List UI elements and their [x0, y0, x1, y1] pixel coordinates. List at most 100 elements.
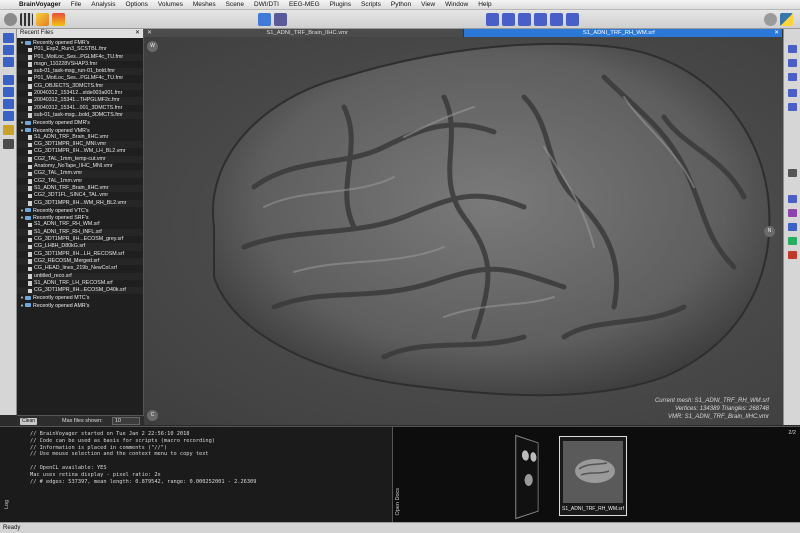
log-panel-label[interactable]: Log: [4, 494, 12, 514]
settings-icon[interactable]: [764, 13, 777, 26]
orientation-center-icon[interactable]: C: [147, 410, 158, 421]
recent-file-item[interactable]: CG_3DT1MPR_IIH...LH_RECOSM.srf: [17, 251, 143, 258]
menu-python[interactable]: Python: [386, 0, 416, 10]
close-icon[interactable]: ✕: [144, 29, 152, 37]
pen-icon[interactable]: [36, 13, 49, 26]
menu-help[interactable]: Help: [473, 0, 496, 10]
recent-group[interactable]: ▼ Recently opened SRF's: [17, 214, 143, 221]
save-icon[interactable]: [274, 13, 287, 26]
recent-group[interactable]: ▼ Recently opened VTC's: [17, 207, 143, 214]
open-folder-icon[interactable]: [258, 13, 271, 26]
recent-file-item[interactable]: CG_3DT1MPR_IIH...WM_LH_BL2.vmr: [17, 148, 143, 155]
menu-app[interactable]: BrainVoyager: [14, 0, 66, 10]
view-icon-7[interactable]: [788, 195, 797, 203]
recent-file-item[interactable]: 20040312_153412...stde003a001.fmr: [17, 90, 143, 97]
recent-file-item[interactable]: sub-01_task-msg_run-01_bold.fmr: [17, 68, 143, 76]
tool-icon-4[interactable]: [3, 75, 14, 85]
recent-file-item[interactable]: CG_3DT1MPR_IIH...ECOSM_grey.srf: [17, 236, 143, 243]
brain-mesh-render[interactable]: [144, 37, 783, 425]
recent-file-item[interactable]: S1_ADNI_TRF_LH_RECOSM.srf: [17, 280, 143, 287]
layout-3-icon[interactable]: [518, 13, 531, 26]
recent-file-item[interactable]: P01_Exp2_Run3_SCSTBL.fmr: [17, 46, 143, 53]
recent-group[interactable]: ▼ Recently opened FMR's: [17, 39, 143, 46]
recent-file-item[interactable]: S1_ADNI_TRF_Brain_IIHC.vmr: [17, 184, 143, 193]
recent-file-item[interactable]: untitled_reco.srf: [17, 272, 143, 280]
3d-viewport[interactable]: ✕ S1_ADNI_TRF_Brain_IIHC.vmr ✕ S1_ADNI_T…: [144, 29, 783, 425]
recent-file-item[interactable]: S1_ADNI_TRF_RH_INFL.srf: [17, 228, 143, 237]
tool-icon-6[interactable]: [3, 99, 14, 109]
menu-scene[interactable]: Scene: [221, 0, 249, 10]
recent-file-item[interactable]: CG2_TAL_1mm.vmr: [17, 170, 143, 178]
view-icon-2[interactable]: [788, 59, 797, 67]
tool-icon-9[interactable]: [3, 139, 14, 149]
layout-1-icon[interactable]: [486, 13, 499, 26]
view-icon-10[interactable]: [788, 237, 797, 245]
recent-file-item[interactable]: CG2_RECOSM_Merged.srf: [17, 257, 143, 266]
menu-view[interactable]: View: [416, 0, 440, 10]
recent-group[interactable]: ▼ Recently opened AMR's: [17, 302, 143, 309]
menu-analysis[interactable]: Analysis: [86, 0, 120, 10]
menu-dwi-dti[interactable]: DWI/DTI: [249, 0, 284, 10]
recent-group[interactable]: ▼ Recently opened DMR's: [17, 119, 143, 126]
doc-thumbnail-vmr[interactable]: [515, 434, 539, 520]
recent-file-item[interactable]: 20040312_15341...001_3DMCTS.fmr: [17, 105, 143, 112]
recent-file-item[interactable]: CG_3DT1MPR_IIH...WM_RH_BL2.vmr: [17, 199, 143, 207]
recent-file-item[interactable]: 20040312_15341...THPGLMF2c.fmr: [17, 97, 143, 105]
view-icon-8[interactable]: [788, 209, 797, 217]
menu-options[interactable]: Options: [121, 0, 153, 10]
layout-6-icon[interactable]: [566, 13, 579, 26]
recent-file-item[interactable]: CG_3DT1MPR_IIHC_MNI.vmr: [17, 141, 143, 149]
recent-group[interactable]: ▼ Recently opened MTC's: [17, 294, 143, 301]
orientation-north-icon[interactable]: N: [764, 226, 775, 237]
menu-window[interactable]: Window: [440, 0, 473, 10]
open-docs-label[interactable]: Open Docs: [395, 488, 401, 516]
tool-icon-8[interactable]: [3, 125, 14, 135]
menu-file[interactable]: File: [66, 0, 86, 10]
view-icon-11[interactable]: [788, 251, 797, 259]
recent-file-item[interactable]: msgn_110228VSHAP3.fmr: [17, 61, 143, 68]
menu-meshes[interactable]: Meshes: [188, 0, 221, 10]
tool-icon-1[interactable]: [3, 33, 14, 43]
recent-file-item[interactable]: CG2_3DT1FL_SINC4_TAL.vmr: [17, 192, 143, 199]
recent-file-item[interactable]: CG_OBJECTS_3DMCTS.fmr: [17, 82, 143, 91]
menu-volumes[interactable]: Volumes: [153, 0, 188, 10]
view-icon-3[interactable]: [788, 73, 797, 81]
view-icon-1[interactable]: [788, 45, 797, 53]
log-output[interactable]: // BrainVoyager started on Tue Jan 2 22:…: [30, 431, 256, 485]
brain-icon[interactable]: [4, 13, 17, 26]
tool-icon-2[interactable]: [3, 45, 14, 55]
recent-file-item[interactable]: Anatomy_NoTape_IIHC_MNI.vmr: [17, 163, 143, 170]
doc-thumbnail-srf[interactable]: S1_ADNI_TRF_RH_WM.srf: [559, 436, 627, 516]
recent-file-item[interactable]: P01_MotLoc_Ses...PGLMF4c_TU.fmr: [17, 53, 143, 61]
clean-button[interactable]: Clean: [20, 418, 37, 425]
recent-group[interactable]: ▼ Recently opened VMR's: [17, 127, 143, 134]
recent-file-item[interactable]: CG2_TAL_1mm.vmr: [17, 178, 143, 185]
recent-file-item[interactable]: S1_ADNI_TRF_RH_WM.srf: [17, 221, 143, 228]
tool-icon-7[interactable]: [3, 111, 14, 121]
menu-plugins[interactable]: Plugins: [325, 0, 356, 10]
recent-file-item[interactable]: S1_ADNI_TRF_Brain_IIHC.vmr: [17, 134, 143, 141]
tab-vmr[interactable]: ✕ S1_ADNI_TRF_Brain_IIHC.vmr: [144, 29, 464, 37]
recent-file-item[interactable]: sub-01_task-msg...bold_3DMCTS.fmr: [17, 111, 143, 120]
recent-file-item[interactable]: CG2_TAL_1mm_temp-cut.vmr: [17, 155, 143, 164]
view-icon-4[interactable]: [788, 89, 797, 97]
layout-4-icon[interactable]: [534, 13, 547, 26]
tab-srf[interactable]: ✕ S1_ADNI_TRF_RH_WM.srf: [463, 29, 783, 37]
max-files-spinbox[interactable]: 10: [112, 417, 140, 425]
tool-icon-5[interactable]: [3, 87, 14, 97]
recent-file-item[interactable]: CG_3DT1MPR_IIH...ECOSM_D40k.srf: [17, 287, 143, 295]
layout-5-icon[interactable]: [550, 13, 563, 26]
recent-file-item[interactable]: CG_LH8H_D80kG.srf: [17, 243, 143, 251]
close-icon[interactable]: ✕: [135, 29, 140, 38]
orientation-west-icon[interactable]: W: [147, 41, 158, 52]
view-icon-9[interactable]: [788, 223, 797, 231]
menu-eeg-meg[interactable]: EEG-MEG: [284, 0, 325, 10]
tool-icon-3[interactable]: [3, 57, 14, 67]
grid-icon[interactable]: [20, 13, 33, 26]
close-icon[interactable]: ✕: [774, 29, 782, 37]
paint-icon[interactable]: [52, 13, 65, 26]
view-icon-5[interactable]: [788, 103, 797, 111]
recent-file-item[interactable]: CG_HEAD_lines_219b_NewCol.srf: [17, 265, 143, 272]
python-icon[interactable]: [780, 13, 793, 26]
view-icon-6[interactable]: [788, 169, 797, 177]
